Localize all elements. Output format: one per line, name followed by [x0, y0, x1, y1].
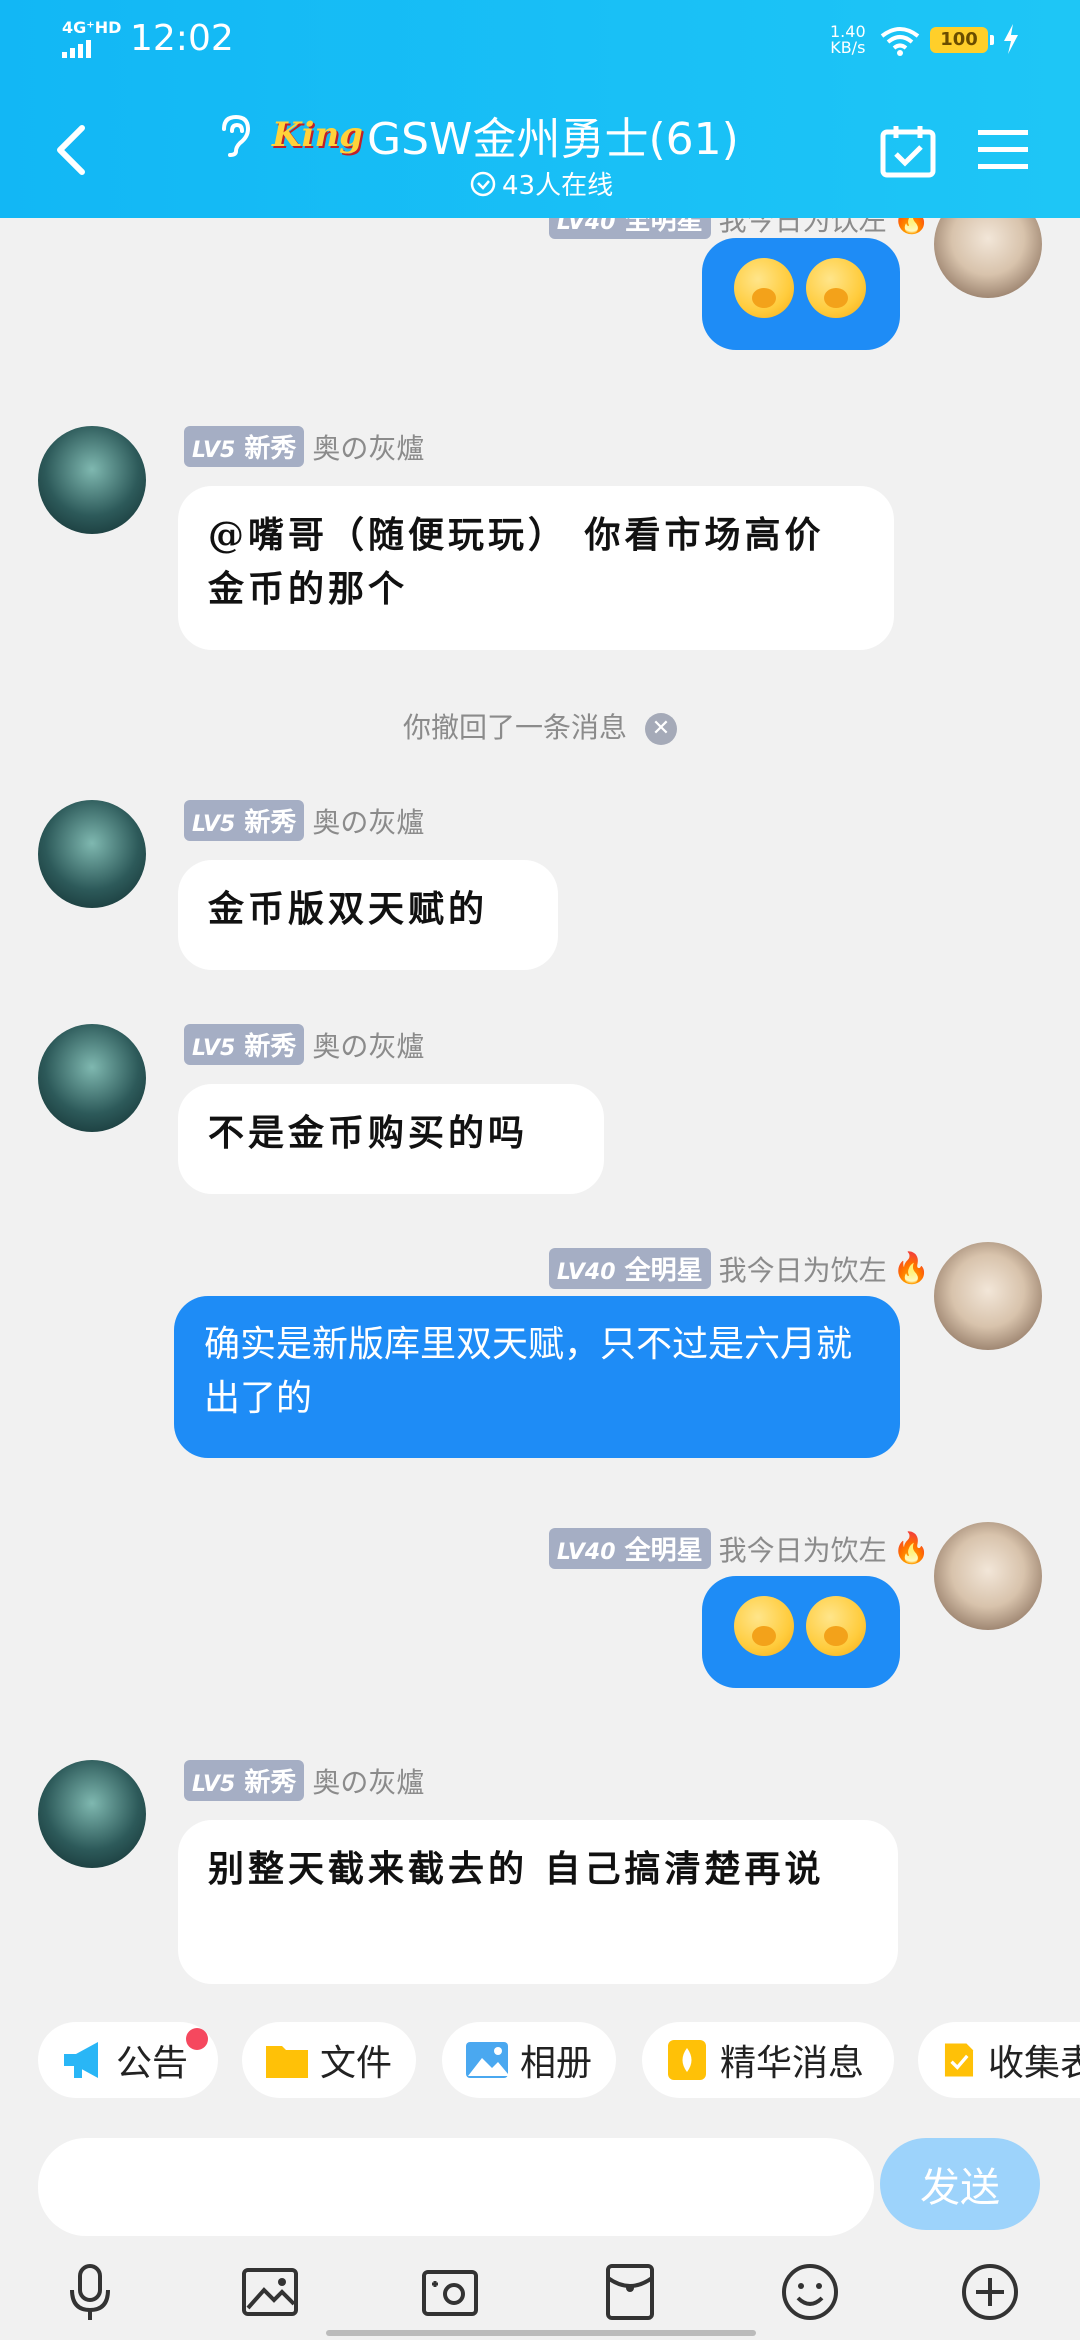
emoji-icon	[806, 258, 866, 318]
calendar-button[interactable]	[880, 124, 936, 178]
sender-line: LV5 新秀 奥の灰爐	[184, 800, 424, 841]
sender-name: 奥の灰爐	[312, 805, 425, 839]
avatar[interactable]	[934, 1242, 1042, 1350]
emoji-icon	[734, 1596, 794, 1656]
emoji-icon[interactable]	[778, 2260, 842, 2324]
input-toolbar	[0, 2260, 1080, 2330]
sender-name: 奥の灰爐	[312, 1029, 425, 1063]
emoji-icon	[734, 258, 794, 318]
shortcut-essence[interactable]: 精华消息	[642, 2022, 894, 2098]
level-badge: LV5 新秀	[184, 1760, 305, 1801]
sender-line: LV40 全明星 我今日为饮左 🔥	[548, 218, 930, 239]
avatar[interactable]	[38, 1760, 146, 1868]
network-speed: 1.40 KB/s	[830, 24, 866, 56]
message-list[interactable]: LV40 全明星 我今日为饮左 🔥 LV5 新秀 奥の灰爐 @嘴哥（随便玩玩） 你…	[0, 218, 1080, 2006]
sender-line: LV40 全明星 我今日为饮左 🔥	[548, 1248, 930, 1289]
message-bubble[interactable]: 确实是新版库里双天赋，只不过是六月就出了的	[174, 1296, 900, 1458]
level-badge: LV40 全明星	[548, 1528, 711, 1569]
message-input[interactable]	[38, 2138, 874, 2236]
charging-icon	[1004, 24, 1018, 54]
camera-icon[interactable]	[418, 2260, 482, 2324]
home-indicator[interactable]	[326, 2330, 756, 2336]
sender-line: LV40 全明星 我今日为饮左 🔥	[548, 1528, 930, 1569]
back-button[interactable]	[50, 120, 94, 180]
plus-icon[interactable]	[958, 2260, 1022, 2324]
red-packet-icon[interactable]	[598, 2260, 662, 2324]
level-badge: LV5 新秀	[184, 426, 305, 467]
sender-line: LV5 新秀 奥の灰爐	[184, 426, 424, 467]
sender-name: 奥の灰爐	[312, 1765, 425, 1799]
level-badge: LV40 全明星	[548, 218, 711, 239]
recall-notice: 你撤回了一条消息 ✕	[0, 706, 1080, 746]
avatar[interactable]	[934, 1522, 1042, 1630]
fire-icon: 🔥	[892, 1251, 930, 1286]
status-bar: 4G⁺HD 12:02 1.40 KB/s 100	[0, 0, 1080, 80]
sender-name: 我今日为饮左	[718, 218, 887, 237]
shortcut-label: 收集表	[987, 2043, 1080, 2084]
fire-icon: 🔥	[892, 1531, 930, 1566]
group-shortcut-bar[interactable]: 公告 文件 相册 精华消息 收集表	[0, 2006, 1080, 2118]
avatar[interactable]	[38, 426, 146, 534]
signal-icon	[62, 40, 121, 58]
message-bubble[interactable]: 金币版双天赋的	[178, 860, 558, 970]
folder-icon	[266, 2046, 308, 2078]
notification-dot	[186, 2028, 208, 2050]
avatar[interactable]	[934, 218, 1042, 298]
ear-icon	[222, 114, 251, 157]
shortcut-label: 文件	[320, 2043, 393, 2084]
avatar[interactable]	[38, 800, 146, 908]
form-icon	[944, 2043, 974, 2077]
recall-text: 你撤回了一条消息	[402, 711, 627, 744]
online-label: 43人在线	[502, 171, 614, 201]
send-button[interactable]: 发送	[880, 2138, 1040, 2230]
sender-name: 我今日为饮左	[718, 1533, 887, 1567]
avatar[interactable]	[38, 1024, 146, 1132]
menu-button[interactable]	[978, 128, 1028, 172]
level-badge: LV5 新秀	[184, 1024, 305, 1065]
emoji-icon	[806, 1596, 866, 1656]
dismiss-icon[interactable]: ✕	[645, 713, 677, 745]
network-indicator: 4G⁺HD	[62, 20, 121, 58]
message-bubble[interactable]	[702, 1576, 900, 1688]
photo-icon	[466, 2042, 508, 2078]
message-bubble[interactable]	[702, 238, 900, 350]
shortcut-files[interactable]: 文件	[242, 2022, 416, 2098]
shortcut-label: 相册	[520, 2043, 593, 2084]
status-time: 12:02	[130, 18, 234, 59]
king-logo: King	[272, 115, 363, 155]
shortcut-album[interactable]: 相册	[442, 2022, 616, 2098]
sender-name: 我今日为饮左	[718, 1253, 887, 1287]
message-bubble[interactable]: 不是金币购买的吗	[178, 1084, 604, 1194]
input-bar: 发送	[0, 2118, 1080, 2340]
sender-line: LV5 新秀 奥の灰爐	[184, 1760, 424, 1801]
megaphone-icon	[64, 2042, 98, 2078]
sender-name: 奥の灰爐	[312, 431, 425, 465]
speed-unit: KB/s	[830, 38, 866, 57]
gallery-icon[interactable]	[238, 2260, 302, 2324]
network-label: 4G⁺HD	[62, 18, 122, 37]
shortcut-label: 公告	[116, 2043, 189, 2084]
level-badge: LV40 全明星	[548, 1248, 711, 1289]
message-bubble[interactable]: @嘴哥（随便玩玩） 你看市场高价金币的那个	[178, 486, 894, 650]
shortcut-form[interactable]: 收集表	[918, 2022, 1080, 2098]
online-count[interactable]: 43人在线	[470, 165, 613, 202]
shortcut-label: 精华消息	[720, 2043, 865, 2084]
chat-header: 4G⁺HD 12:02 1.40 KB/s 100 King GSW金州勇士(6…	[0, 0, 1080, 218]
level-badge: LV5 新秀	[184, 800, 305, 841]
group-name: GSW金州勇士(61)	[366, 114, 739, 165]
wifi-icon	[880, 27, 920, 56]
battery-icon: 100	[930, 27, 994, 53]
group-title[interactable]: King GSW金州勇士(61)	[214, 105, 739, 165]
fire-icon: 🔥	[892, 218, 930, 236]
essence-icon	[668, 2040, 706, 2080]
microphone-icon[interactable]	[58, 2260, 122, 2324]
message-bubble[interactable]: 别整天截来截去的 自己搞清楚再说	[178, 1820, 898, 1984]
online-check-icon	[470, 171, 496, 196]
sender-line: LV5 新秀 奥の灰爐	[184, 1024, 424, 1065]
